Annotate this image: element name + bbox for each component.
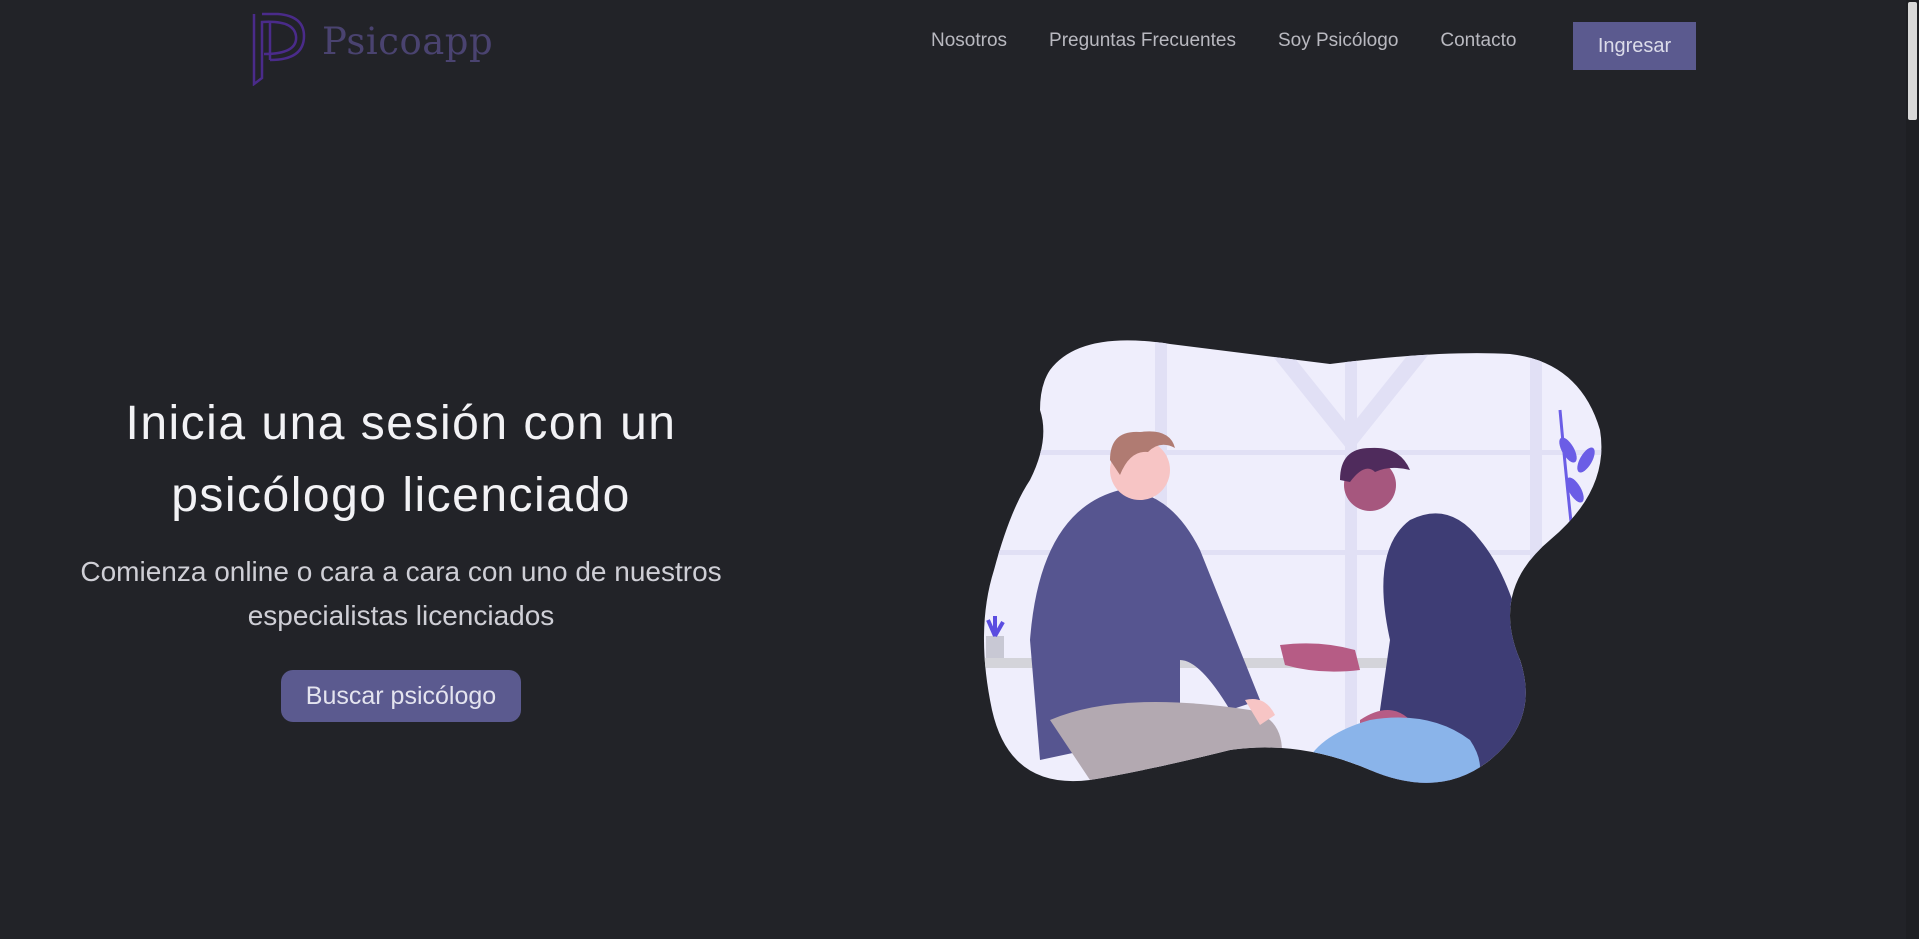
hero-text: Inicia una sesión con un psicólogo licen… [0,388,802,722]
nav-link-preguntas-frecuentes[interactable]: Preguntas Frecuentes [1049,22,1236,60]
therapy-session-illustration [983,340,1602,783]
psicoapp-logo-icon [252,12,306,86]
hero-title-line-1: Inicia una sesión con un [125,397,677,450]
hero-subtitle-line-2: especialistas licenciados [247,600,555,631]
hero-title-line-2: psicólogo licenciado [171,469,631,522]
login-button[interactable]: Ingresar [1573,22,1696,70]
brand-logo[interactable]: Psicoapp [250,10,493,86]
nav-link-soy-psicologo[interactable]: Soy Psicólogo [1278,22,1398,60]
nav-link-contacto[interactable]: Contacto [1440,22,1516,60]
search-psychologist-button[interactable]: Buscar psicólogo [281,670,521,722]
nav-link-nosotros[interactable]: Nosotros [931,22,1007,60]
brand-name: Psicoapp [322,19,494,63]
page-scrollbar[interactable] [1906,0,1919,939]
hero-subtitle: Comienza online o cara a cara con uno de… [0,550,802,638]
hero-subtitle-line-1: Comienza online o cara a cara con uno de… [80,556,722,587]
page: Psicoapp Nosotros Preguntas Frecuentes S… [0,0,1919,939]
hero-title: Inicia una sesión con un psicólogo licen… [0,388,802,532]
scrollbar-thumb[interactable] [1908,2,1917,120]
main-nav: Nosotros Preguntas Frecuentes Soy Psicól… [910,22,1537,60]
